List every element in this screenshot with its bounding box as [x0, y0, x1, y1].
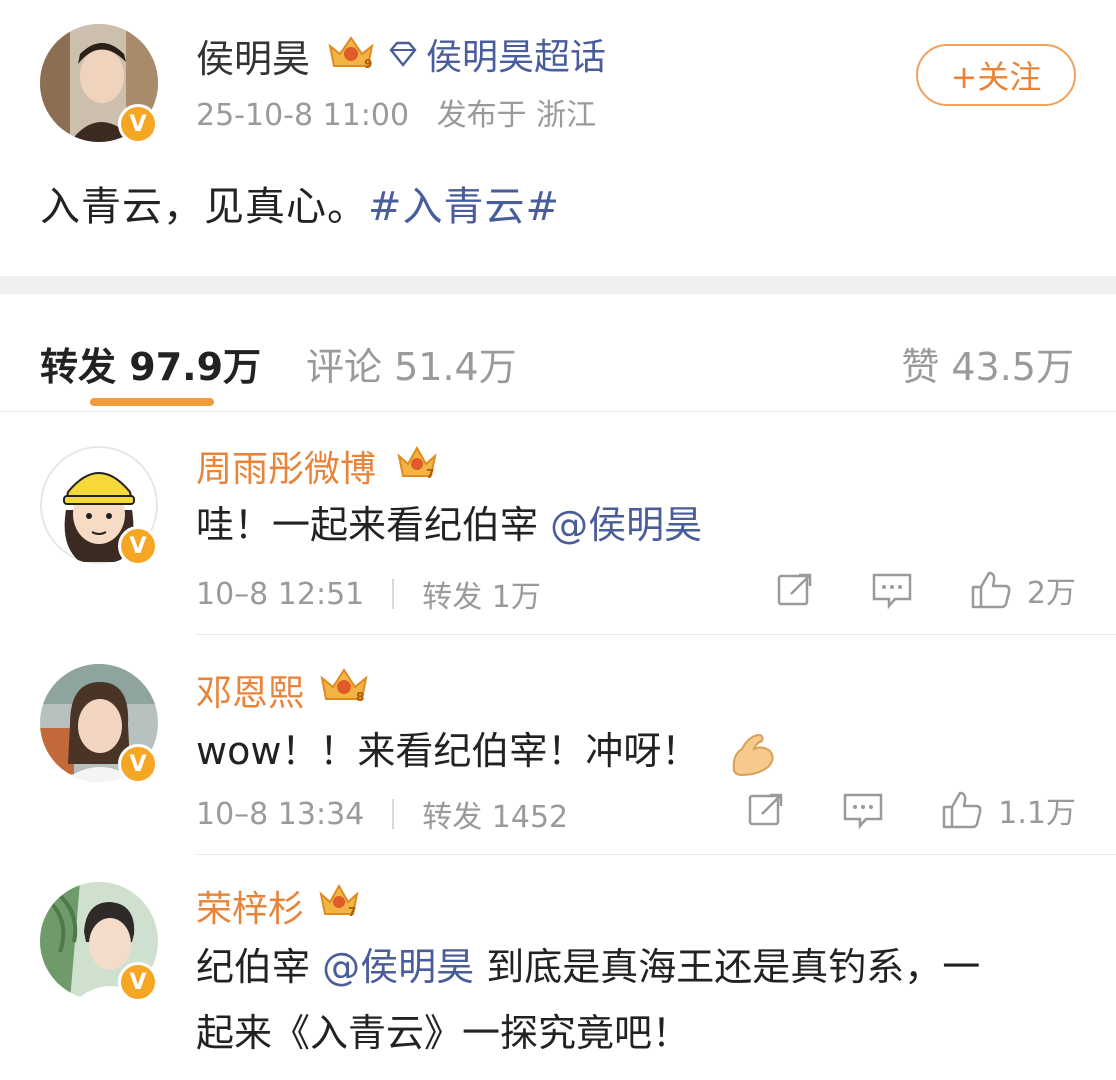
post-body: 入青云，见真心。 [40, 184, 368, 230]
diamond-icon [388, 41, 418, 67]
repost-avatar[interactable]: V [40, 882, 158, 1002]
like-button[interactable]: 1.1万 [940, 788, 1076, 832]
repost-count: 转发 1452 [422, 800, 569, 835]
repost-avatar[interactable]: V [40, 446, 158, 566]
crown-icon: 7 [318, 880, 360, 920]
crown-icon: 9 [326, 32, 376, 72]
post-time: 25-10-8 11:00 [196, 98, 410, 133]
comment-button[interactable] [871, 570, 913, 610]
repost-text: 纪伯宰 @侯明昊 到底是真海王还是真钓系，一 起来《入青云》一探究竟吧！ [196, 945, 981, 1055]
repost-author-name[interactable]: 邓恩熙 [196, 664, 304, 716]
mention-link[interactable]: @侯明昊 [322, 945, 474, 989]
share-button[interactable] [775, 570, 815, 610]
like-button[interactable]: 2万 [969, 568, 1076, 612]
weibo-post: V 侯明昊 9 侯明昊超话 25-10-8 11:00 发布于 浙江 +关注 入… [0, 0, 1116, 276]
repost-item: V 周雨彤微博 7 哇！一起来看纪伯宰 @侯明昊 10–8 12:51 转发 1… [0, 412, 1116, 636]
tab-comments[interactable]: 评论 51.4万 [306, 336, 517, 391]
share-button[interactable] [746, 790, 786, 830]
repost-text: wow！！来看纪伯宰！冲呀！ [196, 718, 778, 784]
repost-author-name[interactable]: 周雨彤微博 [196, 440, 376, 492]
tab-reposts[interactable]: 转发 97.9万 [40, 336, 261, 391]
comment-icon [871, 570, 913, 610]
repost-actions: 2万 [775, 568, 1076, 612]
post-meta: 25-10-8 11:00 发布于 浙江 [196, 90, 596, 134]
comment-icon [842, 790, 884, 830]
share-icon [775, 570, 815, 610]
meta-separator [392, 579, 395, 609]
verified-badge-icon: V [118, 104, 158, 144]
author-avatar[interactable]: V [40, 24, 158, 144]
section-divider [0, 276, 1116, 294]
svg-text:7: 7 [426, 467, 434, 481]
crown-icon: 7 [396, 442, 438, 482]
item-divider [196, 634, 1116, 635]
author-name[interactable]: 侯明昊 [196, 28, 310, 83]
repost-meta: 10–8 13:34 转发 1452 [196, 792, 568, 836]
mention-link[interactable]: @侯明昊 [550, 503, 702, 547]
verified-badge-icon: V [118, 962, 158, 1002]
repost-avatar[interactable]: V [40, 664, 158, 784]
hashtag-link[interactable]: #入青云# [368, 184, 560, 230]
post-text: 入青云，见真心。#入青云# [40, 174, 560, 232]
share-icon [746, 790, 786, 830]
svg-text:8: 8 [356, 690, 364, 704]
like-count: 2万 [1026, 576, 1076, 611]
repost-item: V 邓恩熙 8 wow！！来看纪伯宰！冲呀！ 10–8 13:34 转发 145… [0, 636, 1116, 856]
repost-actions: 1.1万 [746, 788, 1076, 832]
verified-badge-icon: V [118, 526, 158, 566]
like-count: 1.1万 [998, 796, 1076, 831]
thumbs-up-icon [940, 789, 984, 831]
tab-likes[interactable]: 赞 43.5万 [901, 336, 1074, 391]
svg-text:7: 7 [348, 905, 356, 919]
follow-button[interactable]: +关注 [916, 44, 1076, 106]
active-tab-indicator [90, 398, 214, 406]
repost-count: 转发 1万 [422, 580, 541, 615]
repost-meta: 10–8 12:51 转发 1万 [196, 572, 541, 616]
item-divider [196, 854, 1116, 855]
supertopic-label: 侯明昊超话 [426, 37, 607, 78]
repost-time: 10–8 13:34 [196, 796, 365, 832]
repost-time: 10–8 12:51 [196, 576, 365, 612]
interaction-tabs: 转发 97.9万 评论 51.4万 赞 43.5万 [0, 294, 1116, 412]
comment-button[interactable] [842, 790, 884, 830]
verified-badge-icon: V [118, 744, 158, 784]
repost-author-name[interactable]: 荣梓杉 [196, 880, 304, 932]
flexed-biceps-icon [728, 731, 778, 777]
crown-icon: 8 [318, 664, 370, 706]
meta-separator [392, 799, 395, 829]
supertopic-link[interactable]: 侯明昊超话 [388, 28, 606, 80]
svg-text:9: 9 [364, 57, 372, 71]
thumbs-up-icon [969, 569, 1013, 611]
repost-text: 哇！一起来看纪伯宰 @侯明昊 [196, 503, 703, 547]
repost-item: V 荣梓杉 7 纪伯宰 @侯明昊 到底是真海王还是真钓系，一 起来《入青云》一探… [0, 856, 1116, 1080]
post-location: 发布于 浙江 [436, 98, 597, 133]
